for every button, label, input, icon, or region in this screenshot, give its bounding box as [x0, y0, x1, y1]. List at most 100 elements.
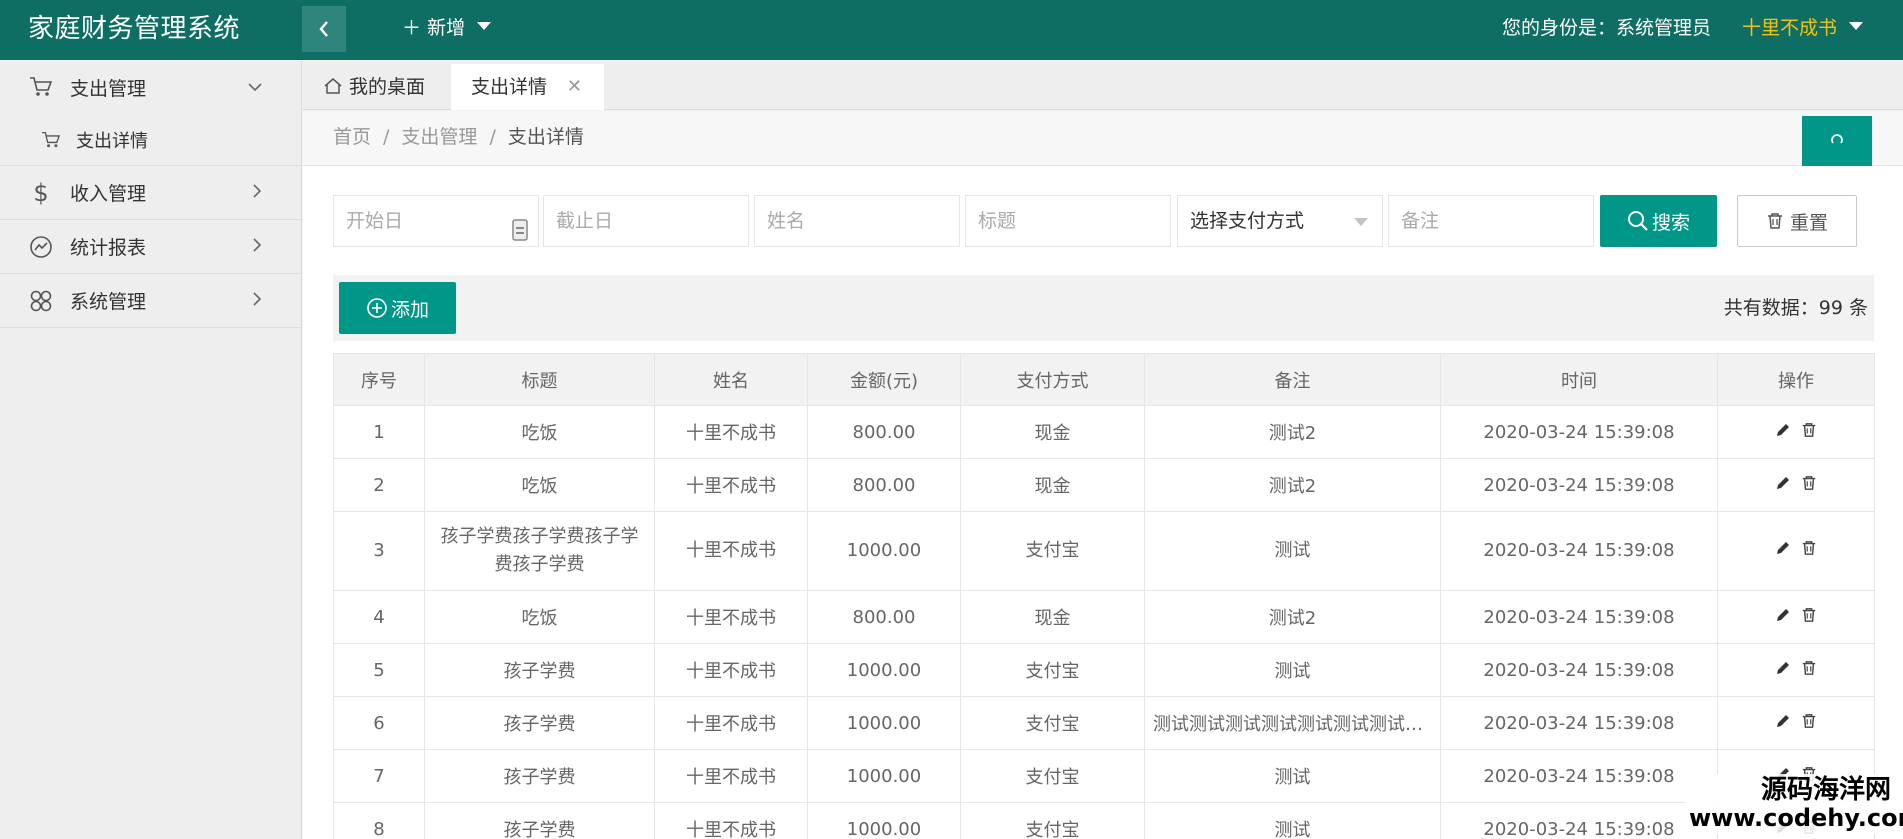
- cell-remark: 测试: [1144, 802, 1441, 839]
- cell-remark: 测试: [1144, 749, 1441, 803]
- cell-time: 2020-03-24 15:39:08: [1440, 643, 1718, 697]
- search-label: 搜索: [1651, 211, 1690, 234]
- pay-method-select[interactable]: 选择支付方式: [1177, 195, 1383, 247]
- calendar-icon: [512, 210, 528, 260]
- main-content: 首页 / 支出管理 / 支出详情 开始日 截止日 姓名 标题 选择支付方式 备注 搜索 …: [303, 111, 1903, 839]
- cell-amount: 800.00: [807, 590, 961, 644]
- tab-bar: 我的桌面 支出详情 ✕: [303, 60, 1903, 110]
- remark-placeholder: 备注: [1401, 210, 1440, 232]
- cell-actions: [1717, 405, 1875, 459]
- cell-title: 吃饭: [424, 405, 655, 459]
- cell-remark: 测试: [1144, 643, 1441, 697]
- delete-icon[interactable]: [1801, 422, 1817, 438]
- tab-home[interactable]: 我的桌面: [323, 64, 425, 110]
- sidebar-item-expense[interactable]: 支出管理: [0, 60, 301, 114]
- cell-name: 十里不成书: [654, 643, 808, 697]
- collapse-sidebar-button[interactable]: [302, 6, 346, 52]
- tab-expense-detail[interactable]: 支出详情 ✕: [451, 64, 604, 110]
- trash-icon: [1767, 213, 1782, 229]
- caret-down-icon: [477, 22, 492, 30]
- start-date-input[interactable]: 开始日: [333, 195, 539, 247]
- delete-icon[interactable]: [1801, 475, 1817, 491]
- sidebar-item-label: 支出管理: [70, 77, 147, 100]
- sidebar: 支出管理 支出详情 $ 收入管理 统计报表 系统管理: [0, 60, 302, 839]
- plus-circle-icon: [367, 298, 387, 318]
- cell-actions: [1717, 696, 1875, 750]
- edit-icon[interactable]: [1775, 475, 1791, 491]
- column-header: 支付方式: [960, 353, 1145, 406]
- cell-amount: 1000.00: [807, 802, 961, 839]
- edit-icon[interactable]: [1775, 713, 1791, 729]
- edit-icon[interactable]: [1775, 540, 1791, 556]
- cell-method: 现金: [960, 458, 1145, 512]
- breadcrumb-section[interactable]: 支出管理: [401, 126, 477, 148]
- refresh-icon: [1831, 134, 1843, 144]
- cell-name: 十里不成书: [654, 405, 808, 459]
- sidebar-item-system[interactable]: 系统管理: [0, 274, 301, 328]
- table-row: 7 孩子学费 十里不成书 1000.00 支付宝 测试 2020-03-24 15:39:0…: [333, 749, 1875, 803]
- breadcrumb: 首页 / 支出管理 / 支出详情: [333, 126, 584, 148]
- cell-no: 1: [333, 405, 425, 459]
- cell-title: 孩子学费孩子学费孩子学费孩子学费: [424, 511, 655, 591]
- cell-method: 现金: [960, 590, 1145, 644]
- username-label: 十里不成书: [1742, 17, 1838, 39]
- chevron-right-icon: [251, 182, 263, 204]
- chevron-left-icon: [319, 21, 328, 37]
- edit-icon[interactable]: [1775, 660, 1791, 676]
- sidebar-item-reports[interactable]: 统计报表: [0, 220, 301, 274]
- reset-button[interactable]: 重置: [1737, 195, 1857, 247]
- reset-label: 重置: [1789, 211, 1828, 234]
- chevron-right-icon: [251, 290, 263, 312]
- sidebar-item-label: 收入管理: [70, 183, 147, 205]
- watermark-line2: www.codehy.com: [1689, 804, 1903, 832]
- title-input[interactable]: 标题: [965, 195, 1171, 247]
- new-menu[interactable]: ＋ 新增: [402, 0, 492, 56]
- watermark-line1: 源码海洋网: [1760, 775, 1891, 805]
- cell-name: 十里不成书: [654, 590, 808, 644]
- cell-remark: 测试2: [1144, 458, 1441, 512]
- tab-active-label: 支出详情: [471, 76, 548, 98]
- cell-actions: [1717, 458, 1875, 512]
- cell-no: 2: [333, 458, 425, 512]
- sidebar-item-income[interactable]: $ 收入管理: [0, 166, 301, 220]
- cell-time: 2020-03-24 15:39:08: [1440, 405, 1718, 459]
- cell-no: 3: [333, 511, 425, 591]
- remark-input[interactable]: 备注: [1388, 195, 1594, 247]
- close-icon[interactable]: ✕: [567, 64, 582, 110]
- user-menu[interactable]: 十里不成书: [1742, 0, 1864, 56]
- cell-name: 十里不成书: [654, 802, 808, 839]
- cell-name: 十里不成书: [654, 749, 808, 803]
- delete-icon[interactable]: [1801, 607, 1817, 623]
- cell-title: 孩子学费: [424, 749, 655, 803]
- search-icon: [1627, 211, 1648, 231]
- identity-text: 您的身份是：系统管理员: [1502, 17, 1712, 39]
- column-header: 序号: [333, 353, 425, 406]
- cell-no: 7: [333, 749, 425, 803]
- cell-remark: 测试测试测试测试测试测试测试测试: [1144, 696, 1441, 750]
- plus-icon: ＋: [402, 17, 422, 39]
- cell-time: 2020-03-24 15:39:08: [1440, 458, 1718, 512]
- delete-icon[interactable]: [1801, 713, 1817, 729]
- edit-icon[interactable]: [1775, 607, 1791, 623]
- delete-icon[interactable]: [1801, 660, 1817, 676]
- sidebar-subitem-expense-detail[interactable]: 支出详情: [0, 114, 301, 166]
- end-date-input[interactable]: 截止日: [543, 195, 749, 247]
- home-icon: [324, 78, 342, 94]
- cell-title: 吃饭: [424, 458, 655, 512]
- edit-icon[interactable]: [1775, 422, 1791, 438]
- table-row: 4 吃饭 十里不成书 800.00 现金 测试2 2020-03-24 15:39:08: [333, 590, 1875, 644]
- breadcrumb-home[interactable]: 首页: [333, 126, 371, 148]
- cell-title: 孩子学费: [424, 696, 655, 750]
- name-placeholder: 姓名: [767, 210, 806, 232]
- refresh-button[interactable]: [1802, 116, 1872, 166]
- name-input[interactable]: 姓名: [754, 195, 960, 247]
- search-button[interactable]: 搜索: [1600, 195, 1717, 247]
- table-row: 1 吃饭 十里不成书 800.00 现金 测试2 2020-03-24 15:39:08: [333, 405, 1875, 459]
- column-header: 标题: [424, 353, 655, 406]
- cell-no: 5: [333, 643, 425, 697]
- delete-icon[interactable]: [1801, 540, 1817, 556]
- cell-name: 十里不成书: [654, 696, 808, 750]
- add-button[interactable]: 添加: [339, 282, 456, 334]
- cell-method: 现金: [960, 405, 1145, 459]
- cell-method: 支付宝: [960, 802, 1145, 839]
